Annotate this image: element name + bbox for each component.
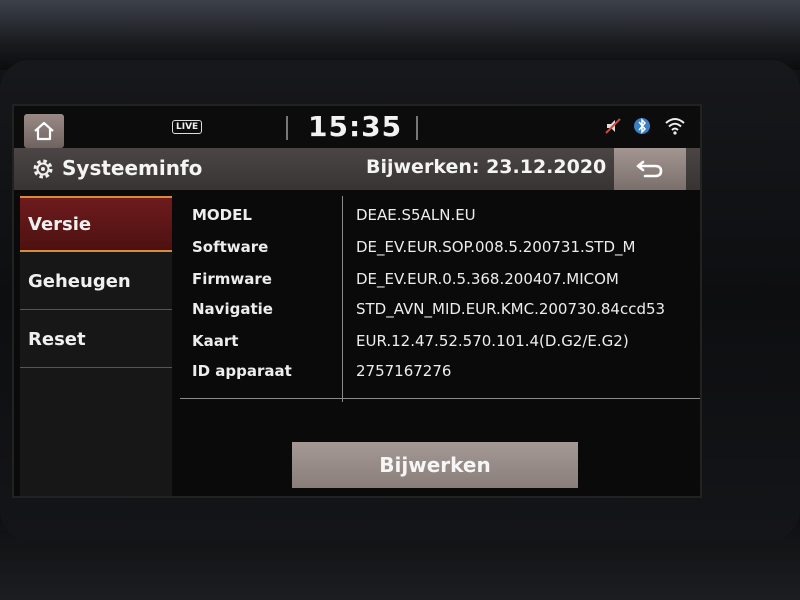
back-arrow-icon [636, 160, 663, 178]
info-value: DE_EV.EUR.0.5.368.200407.MICOM [356, 270, 619, 288]
gear-icon [33, 159, 53, 179]
sidebar-item-reset[interactable]: Reset [20, 312, 172, 368]
sidebar-item-versie[interactable]: Versie [20, 196, 172, 252]
mute-icon [604, 117, 622, 139]
info-value: STD_AVN_MID.EUR.KMC.200730.84ccd53 [356, 300, 666, 318]
home-button[interactable] [24, 114, 64, 148]
sidebar-item-label: Geheugen [28, 271, 131, 292]
sidebar-item-label: Versie [28, 213, 92, 235]
status-divider [286, 116, 288, 140]
table-divider [180, 398, 700, 399]
info-label: Navigatie [192, 300, 273, 318]
column-divider [342, 196, 343, 402]
info-row-model: MODEL DEAE.S5ALN.EU [180, 202, 700, 234]
info-value: 2757167276 [356, 362, 452, 380]
status-icons [604, 116, 686, 140]
info-value: DE_EV.EUR.SOP.008.5.200731.STD_M [356, 238, 636, 256]
page-title: Systeeminfo [62, 156, 203, 180]
clock: 15:35 [308, 110, 403, 143]
info-row-kaart: Kaart EUR.12.47.52.570.101.4(D.G2/E.G2) [180, 328, 700, 360]
home-icon [34, 121, 54, 141]
sidebar-item-label: Reset [28, 329, 86, 350]
status-bar: LIVE 15:35 [14, 106, 700, 148]
info-label: MODEL [192, 206, 252, 224]
sidebar-item-geheugen[interactable]: Geheugen [20, 254, 172, 310]
title-bar: Systeeminfo Bijwerken: 23.12.2020 [14, 148, 700, 190]
info-row-firmware: Firmware DE_EV.EUR.0.5.368.200407.MICOM [180, 266, 700, 298]
back-button[interactable] [614, 148, 686, 190]
wifi-icon [664, 117, 686, 139]
info-label: Firmware [192, 270, 272, 288]
info-label: Software [192, 238, 269, 256]
status-divider [416, 116, 418, 140]
sidebar-menu: Versie Geheugen Reset [20, 196, 172, 496]
info-row-id-apparaat: ID apparaat 2757167276 [180, 358, 700, 390]
info-row-navigatie: Navigatie STD_AVN_MID.EUR.KMC.200730.84c… [180, 296, 700, 328]
live-badge: LIVE [172, 120, 203, 134]
info-value: DEAE.S5ALN.EU [356, 206, 476, 224]
info-label: ID apparaat [192, 362, 292, 380]
infotainment-screen: LIVE 15:35 Systeeminfo Bijwerken: 23.12.… [12, 104, 702, 498]
info-row-software: Software DE_EV.EUR.SOP.008.5.200731.STD_… [180, 234, 700, 266]
last-update-date: Bijwerken: 23.12.2020 [366, 156, 607, 178]
bluetooth-icon [632, 116, 654, 140]
info-value: EUR.12.47.52.570.101.4(D.G2/E.G2) [356, 332, 629, 350]
info-label: Kaart [192, 332, 239, 350]
system-info-table: MODEL DEAE.S5ALN.EU Software DE_EV.EUR.S… [180, 196, 700, 402]
update-button[interactable]: Bijwerken [292, 442, 578, 488]
